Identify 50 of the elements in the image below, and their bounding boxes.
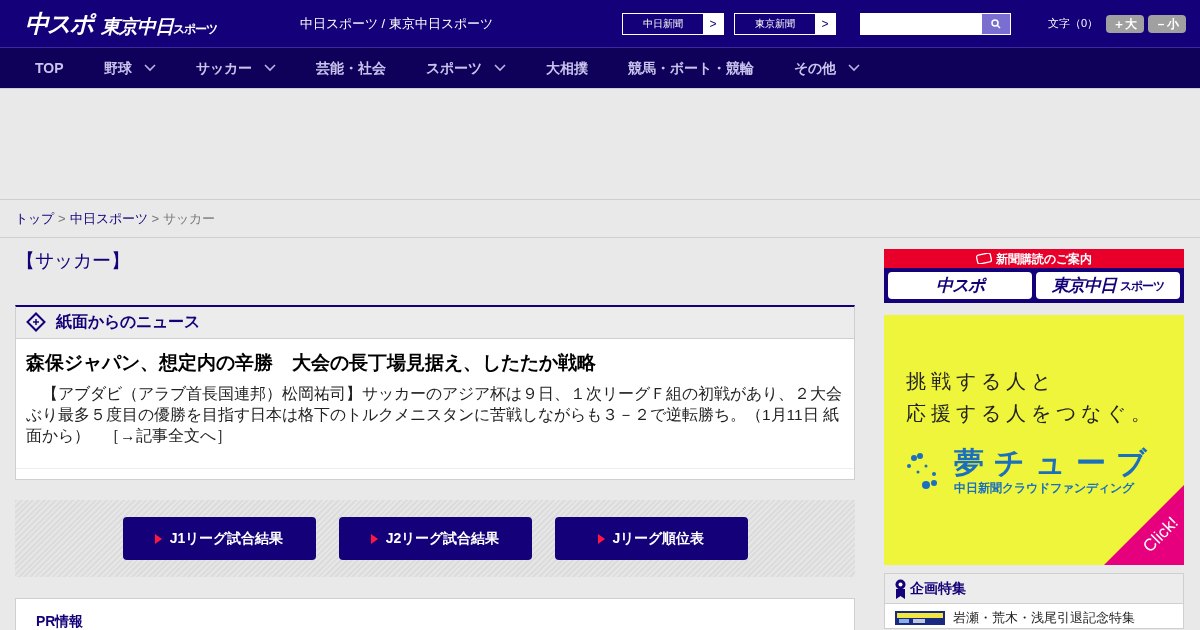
- ad-text: 応援する人をつなぐ。: [906, 400, 1157, 427]
- chevron-down-icon: [263, 64, 276, 72]
- read-more-link[interactable]: ［→記事全文へ］: [104, 427, 232, 444]
- font-size-label: 文字（0）: [1048, 16, 1099, 32]
- news-headline[interactable]: 森保ジャパン、想定内の辛勝 大会の長丁場見据え、したたか戦略: [26, 348, 844, 377]
- newspaper-link[interactable]: 中日新聞 >: [622, 12, 724, 35]
- features-title: 企画特集: [910, 579, 966, 598]
- ribbon-icon: [895, 578, 906, 599]
- subscribe-title: 新聞購読のご案内: [996, 250, 1092, 268]
- nav-item[interactable]: 大相撲: [545, 57, 588, 79]
- nav-item[interactable]: 競馬・ボート・競輪: [627, 57, 754, 79]
- breadcrumb-separator: >: [151, 209, 160, 228]
- site-title[interactable]: 中日スポーツ / 東京中日スポーツ: [300, 13, 622, 34]
- subscribe-option[interactable]: 東京中日 スポーツ: [1036, 272, 1180, 299]
- ad-brand-subtitle: 中日新聞クラウドファンディング: [954, 480, 1136, 497]
- pr-title: PR情報: [36, 613, 84, 629]
- nav-item[interactable]: スポーツ: [425, 57, 506, 79]
- chevron-down-icon: [143, 64, 156, 72]
- section-title: 紙面からのニュース: [56, 312, 200, 332]
- subscribe-option[interactable]: 中スポ: [888, 272, 1032, 299]
- results-button[interactable]: J2リーグ試合結果: [338, 517, 532, 560]
- play-icon: [370, 533, 378, 544]
- search-field[interactable]: [860, 12, 1011, 35]
- chevron-down-icon: [493, 64, 506, 72]
- nav-item[interactable]: 野球: [103, 57, 156, 79]
- nav-item[interactable]: TOP: [35, 57, 64, 79]
- results-button[interactable]: Jリーグ順位表: [554, 517, 748, 560]
- breadcrumb-current: サッカー: [163, 209, 216, 228]
- nav-item[interactable]: 芸能・社会: [315, 57, 386, 79]
- breadcrumb-separator: >: [58, 209, 66, 228]
- search-button[interactable]: [982, 13, 1010, 34]
- ad-brand: 夢チューブ: [954, 447, 1157, 479]
- breadcrumb-link[interactable]: トップ: [15, 208, 54, 229]
- chevron-down-icon: [847, 64, 860, 72]
- ticket-icon: [976, 253, 992, 264]
- site-logo[interactable]: 東京中日スポーツ: [101, 13, 217, 42]
- nav-item[interactable]: その他: [793, 57, 860, 79]
- news-summary: 【アブダビ（アラブ首長国連邦）松岡祐司】サッカーのアジア杯は９日、１次リーグＦ組の初戦があり、２大会ぶり最多５度目の優勝を目指す日本は格下のトルクメニスタンに苦戦しながらも３－２で逆転勝ち。（1月11日 紙面から） ［→記事全文へ］: [26, 384, 843, 446]
- search-icon: [991, 18, 1001, 29]
- nav-item[interactable]: サッカー: [195, 57, 276, 79]
- breadcrumb-link[interactable]: 中日スポーツ: [69, 208, 148, 229]
- newspaper-icon: [26, 312, 46, 332]
- play-icon: [597, 533, 605, 544]
- ad-text: 挑戦する人と: [906, 368, 1057, 395]
- play-icon: [154, 533, 162, 544]
- page-title: 【サッカー】: [16, 249, 131, 273]
- newspaper-link[interactable]: 東京新聞 >: [734, 12, 836, 35]
- feature-item[interactable]: 岩瀬・荒木・浅尾引退記念特集: [885, 604, 1183, 628]
- subscribe-banner[interactable]: 新聞購読のご案内 中スポ 東京中日 スポーツ: [884, 249, 1184, 303]
- results-button[interactable]: J1リーグ試合結果: [122, 517, 316, 560]
